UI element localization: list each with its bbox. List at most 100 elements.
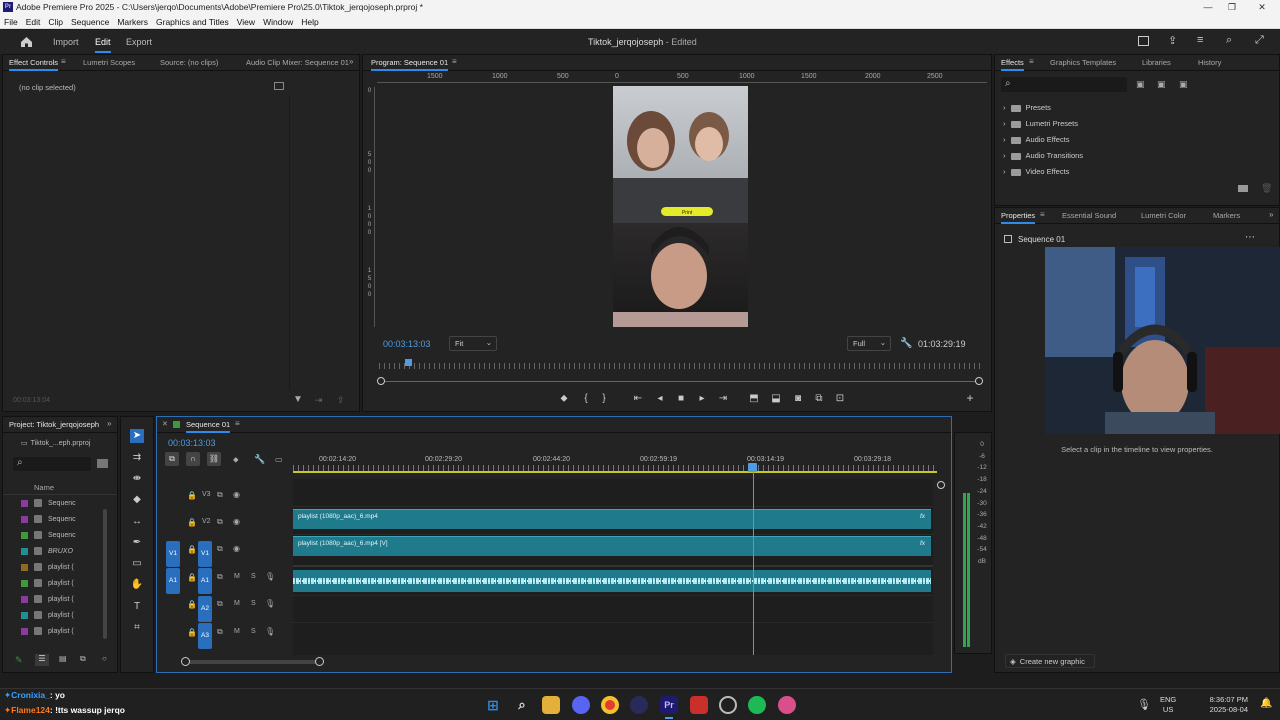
lock-icon[interactable]: 🔒 — [187, 491, 197, 500]
panel-layout-icon[interactable] — [1138, 36, 1149, 46]
menu-help[interactable]: Help — [297, 15, 322, 29]
tab-history[interactable]: History — [1198, 58, 1221, 67]
timeline-ruler[interactable]: 00:02:14:20 00:02:29:20 00:02:44:20 00:0… — [293, 453, 937, 473]
track-target-v1[interactable]: V1 — [198, 541, 212, 567]
menu-markers[interactable]: Markers — [113, 15, 152, 29]
export-tab[interactable]: Export — [126, 37, 152, 47]
lock-icon[interactable]: 🔒 — [187, 545, 197, 554]
eye-icon[interactable]: ◉ — [233, 490, 240, 499]
maximize-button[interactable]: ❐ — [1220, 0, 1244, 15]
type-tool-icon[interactable]: T — [130, 600, 144, 614]
vertical-scroll-handle[interactable] — [937, 481, 945, 489]
arc-browser-icon[interactable] — [630, 696, 648, 714]
track-target-a1[interactable]: A1 — [198, 568, 212, 594]
app-icon[interactable] — [778, 696, 796, 714]
play-only-audio-icon[interactable]: ⇥ — [315, 395, 323, 406]
mark-in-icon[interactable]: { — [579, 392, 593, 406]
tab-lumetri-scopes[interactable]: Lumetri Scopes — [83, 58, 135, 67]
source-patch-v1[interactable]: V1 — [166, 541, 180, 567]
solo-button[interactable]: S — [251, 628, 256, 635]
step-back-icon[interactable]: ◂ — [653, 392, 667, 406]
caption-tool-icon[interactable]: ⌗ — [130, 621, 144, 635]
camera-icon[interactable]: ◙ — [791, 392, 805, 406]
extract-icon[interactable]: ⬓ — [769, 392, 783, 406]
menu-sequence[interactable]: Sequence — [67, 15, 113, 29]
fullscreen-icon[interactable]: ⤢ — [1255, 34, 1264, 47]
zoom-level-select[interactable]: Fit ⌄ — [449, 336, 497, 351]
input-language[interactable]: ENG US — [1160, 695, 1176, 715]
nest-toggle-icon[interactable]: ⧉ — [165, 452, 179, 466]
effects-folder-presets[interactable]: › Presets — [1003, 103, 1051, 112]
tab-effect-controls[interactable]: Effect Controls — [9, 58, 59, 71]
lock-icon[interactable]: 🔒 — [187, 628, 197, 637]
eye-icon[interactable]: ◉ — [233, 517, 240, 526]
button-editor-plus-icon[interactable]: + — [963, 391, 977, 405]
menu-edit[interactable]: Edit — [22, 15, 45, 29]
timeline-panel-menu-icon[interactable]: ≡ — [235, 419, 240, 428]
work-area-bar[interactable] — [293, 471, 937, 473]
audio-clip-a1[interactable] — [293, 570, 931, 592]
solo-button[interactable]: S — [251, 600, 256, 607]
menu-view[interactable]: View — [233, 15, 259, 29]
tab-graphics-templates[interactable]: Graphics Templates — [1050, 58, 1116, 67]
timeline-settings-wrench-icon[interactable]: 🔧 — [254, 454, 265, 465]
freeform-view-icon[interactable]: ⧉ — [80, 654, 86, 664]
selection-tool-icon[interactable]: ➤ — [130, 429, 144, 443]
timeline-horizontal-scrollbar[interactable] — [183, 660, 319, 664]
rectangle-tool-icon[interactable]: ▭ — [130, 557, 144, 571]
effects-folder-video-effects[interactable]: › Video Effects — [1003, 167, 1069, 176]
microphone-icon[interactable]: 🎙 — [1137, 698, 1151, 711]
zoom-scrollbar-track[interactable] — [381, 381, 979, 382]
mute-button[interactable]: M — [234, 573, 240, 580]
close-button[interactable]: ✕ — [1250, 0, 1274, 15]
wrench-icon[interactable]: 🔧 — [900, 338, 912, 349]
comparison-view-icon[interactable]: ⧉ — [812, 392, 826, 406]
close-sequence-icon[interactable]: ✕ — [162, 420, 168, 428]
eye-icon[interactable]: ◉ — [233, 544, 240, 553]
name-column-header[interactable]: Name — [34, 483, 54, 492]
tab-libraries[interactable]: Libraries — [1142, 58, 1171, 67]
project-item[interactable]: BRUXO — [21, 547, 73, 555]
discord-icon[interactable] — [572, 696, 590, 714]
lift-icon[interactable]: ⬒ — [747, 392, 761, 406]
lock-icon[interactable]: 🔒 — [187, 600, 197, 609]
program-current-timecode[interactable]: 00:03:13:03 — [383, 339, 431, 349]
tab-source[interactable]: Source: (no clips) — [160, 58, 218, 67]
new-bin-icon[interactable] — [1238, 185, 1248, 192]
search-icon[interactable]: ⌕ — [513, 696, 531, 714]
effects-folder-audio-transitions[interactable]: › Audio Transitions — [1003, 151, 1083, 160]
clip-v2[interactable]: playlist (1080p_aac)_6.mp4 fx — [293, 509, 931, 529]
mark-out-icon[interactable]: } — [597, 392, 611, 406]
add-marker-icon[interactable]: ⬥ — [233, 455, 239, 465]
source-patch-a1[interactable]: A1 — [166, 568, 180, 594]
project-scrollbar[interactable] — [103, 509, 107, 639]
tab-project[interactable]: Project: Tiktok_jerqojoseph — [9, 420, 101, 429]
file-explorer-icon[interactable] — [542, 696, 560, 714]
microphone-icon[interactable]: 🎙 — [265, 572, 275, 581]
go-to-in-icon[interactable]: ⇤ — [631, 392, 645, 406]
captions-icon[interactable]: ▭ — [275, 455, 283, 464]
track-target-a2[interactable]: A2 — [198, 596, 212, 622]
menu-window[interactable]: Window — [259, 15, 297, 29]
track-select-tool-icon[interactable]: ⇉ — [130, 451, 144, 465]
tab-lumetri-color[interactable]: Lumetri Color — [1141, 211, 1186, 220]
tab-effects[interactable]: Effects — [1001, 58, 1024, 71]
effects-folder-lumetri-presets[interactable]: › Lumetri Presets — [1003, 119, 1078, 128]
project-search-input[interactable]: ⌕ — [13, 457, 91, 471]
effects-folder-audio-effects[interactable]: › Audio Effects — [1003, 135, 1070, 144]
notifications-bell-icon[interactable]: 🔔 — [1260, 698, 1272, 709]
pencil-icon[interactable]: ✎ — [15, 655, 23, 666]
linked-selection-icon[interactable]: ⛓ — [207, 452, 221, 466]
share-icon[interactable]: ⇪ — [1168, 34, 1177, 47]
sync-lock-icon[interactable]: ⧉ — [217, 490, 223, 500]
add-marker-icon[interactable]: ⬥ — [557, 392, 571, 406]
zoom-scrollbar-start-handle[interactable] — [377, 377, 385, 385]
panel-menu-icon[interactable]: ≡ — [61, 57, 66, 66]
snap-magnet-icon[interactable]: ∩ — [186, 452, 200, 466]
menu-clip[interactable]: Clip — [44, 15, 67, 29]
step-forward-icon[interactable]: ▸ — [695, 392, 709, 406]
list-view-icon[interactable]: ☰ — [35, 654, 49, 666]
program-panel-menu-icon[interactable]: ≡ — [452, 57, 457, 66]
program-time-ruler[interactable] — [379, 363, 983, 369]
project-item[interactable]: Sequenc — [21, 499, 76, 507]
